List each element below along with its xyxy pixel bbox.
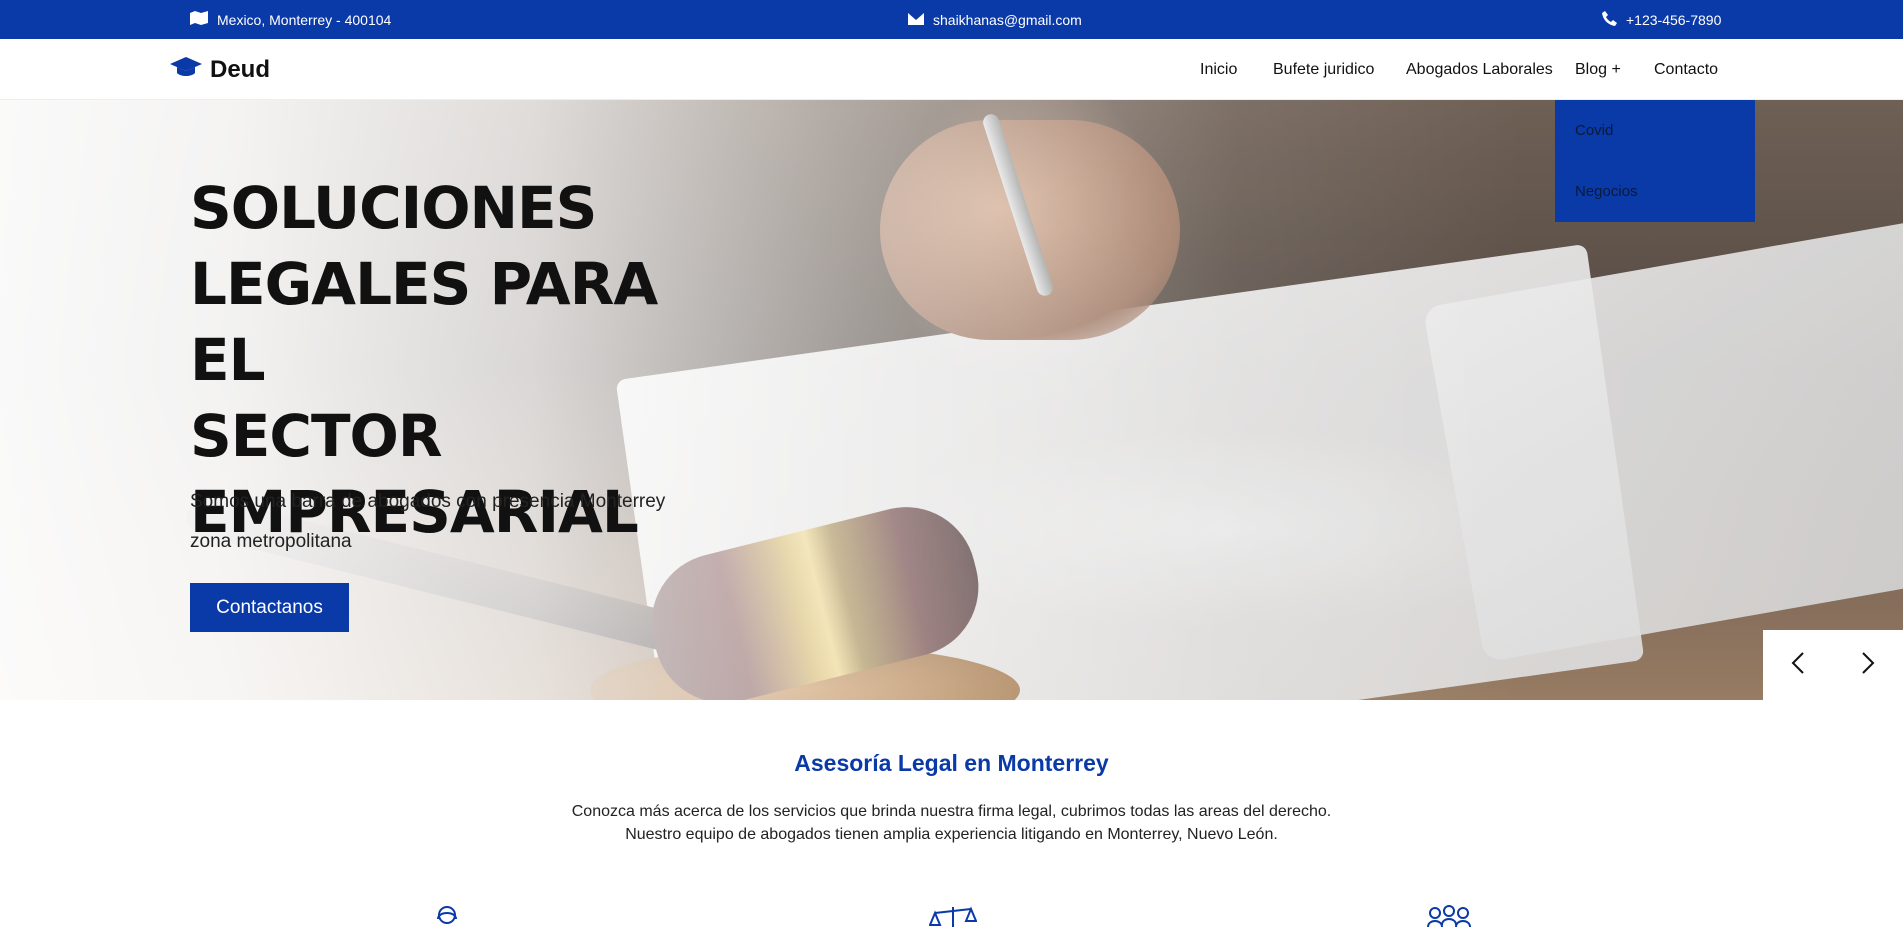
- nav-link-abogados[interactable]: Abogados Laborales: [1406, 61, 1553, 79]
- nav-link-inicio[interactable]: Inicio: [1200, 61, 1237, 79]
- slider-controls: [1763, 630, 1903, 700]
- nav-link-bufete[interactable]: Bufete juridico: [1273, 61, 1374, 79]
- map-icon: [190, 11, 208, 28]
- envelope-icon: [908, 12, 924, 28]
- blog-dropdown-menu: Covid Negocios: [1555, 100, 1755, 222]
- brand-logo[interactable]: Deud: [170, 39, 270, 100]
- top-info-bar: Mexico, Monterrey - 400104 shaikhanas@gm…: [0, 0, 1903, 39]
- phone-info[interactable]: +123-456-7890: [1602, 0, 1721, 39]
- email-text[interactable]: shaikhanas@gmail.com: [933, 12, 1082, 28]
- graduation-cap-icon: [170, 56, 202, 84]
- hero-title-line: SOLUCIONES: [190, 174, 597, 242]
- contact-button[interactable]: Contactanos: [190, 583, 349, 632]
- nav-link-blog[interactable]: Blog +: [1575, 61, 1621, 79]
- main-navbar: Deud Inicio Bufete juridico Abogados Lab…: [0, 39, 1903, 100]
- dropdown-item-covid[interactable]: Covid: [1575, 122, 1613, 139]
- scales-icon: [929, 905, 977, 927]
- dropdown-item-negocios[interactable]: Negocios: [1575, 183, 1638, 200]
- lawyer-icon: [434, 905, 460, 927]
- hero-title-line: LEGALES PARA EL: [190, 250, 658, 394]
- team-icon: [1426, 905, 1472, 927]
- section-text-line: Nuestro equipo de abogados tienen amplia…: [625, 826, 1278, 843]
- phone-text[interactable]: +123-456-7890: [1626, 12, 1721, 28]
- chevron-left-icon: [1791, 651, 1805, 679]
- section-title: Asesoría Legal en Monterrey: [794, 750, 1109, 776]
- brand-name: Deud: [210, 55, 270, 83]
- section-description: Conozca más acerca de los servicios que …: [560, 800, 1343, 846]
- address-info: Mexico, Monterrey - 400104: [190, 0, 391, 39]
- email-info[interactable]: shaikhanas@gmail.com: [908, 0, 1082, 39]
- address-text: Mexico, Monterrey - 400104: [217, 11, 392, 28]
- section-text-line: Conozca más acerca de los servicios que …: [571, 803, 1332, 820]
- phone-icon: [1602, 10, 1617, 29]
- slider-prev-button[interactable]: [1763, 630, 1833, 700]
- hero-title-line: SECTOR: [190, 402, 443, 470]
- slider-next-button[interactable]: [1833, 630, 1903, 700]
- chevron-right-icon: [1861, 651, 1875, 679]
- nav-link-contacto[interactable]: Contacto: [1654, 61, 1718, 79]
- hero-subtitle: Somos una barra de abogados con presenci…: [190, 491, 666, 552]
